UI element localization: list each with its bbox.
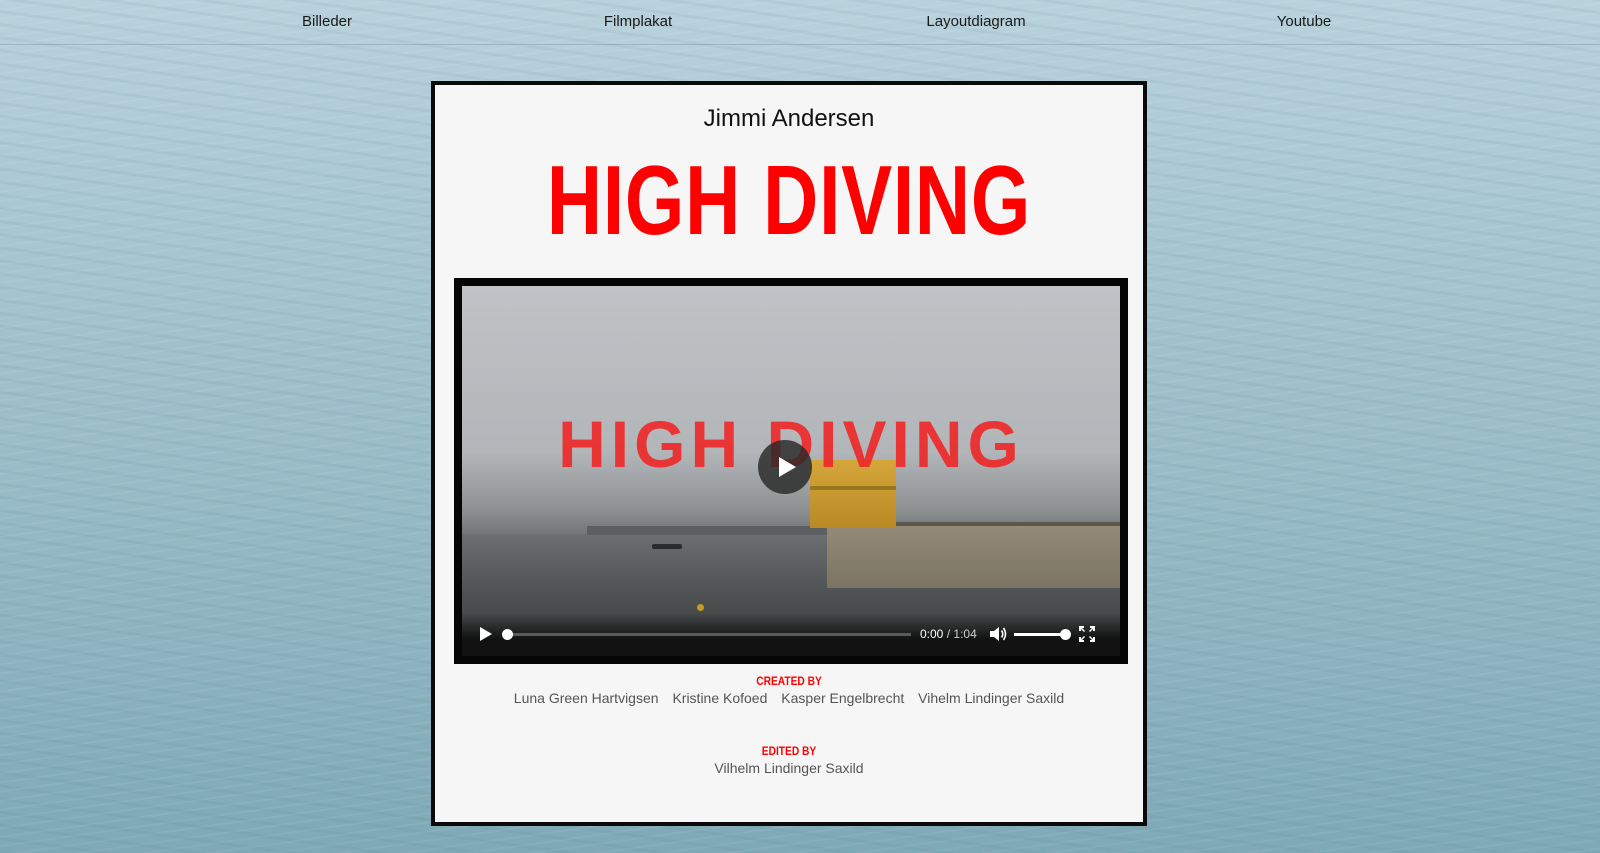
current-time: 0:00 [920, 627, 944, 641]
nav-link-youtube[interactable]: Youtube [1277, 13, 1332, 30]
credit-name: Vihelm Lindinger Saxild [918, 690, 1065, 706]
video-player[interactable]: HIGH DIVING 0:00 / 1:04 [462, 286, 1120, 656]
nav-link-billeder[interactable]: Billeder [302, 13, 352, 30]
fullscreen-button[interactable] [1078, 625, 1096, 643]
film-poster: Jimmi Andersen HIGH DIVING HIGH DIVING 0… [431, 81, 1147, 826]
created-by-label: CREATED BY [756, 674, 822, 688]
time-display: 0:00 / 1:04 [920, 627, 977, 641]
volume-icon [990, 627, 1007, 641]
credit-name: Kristine Kofoed [672, 690, 768, 706]
play-icon [480, 627, 492, 641]
video-scene-tower-band [810, 486, 896, 490]
nav-link-filmplakat[interactable]: Filmplakat [604, 13, 672, 30]
video-scene-boat [652, 544, 682, 549]
video-scene-buoy [697, 604, 704, 611]
mute-button[interactable] [988, 625, 1008, 643]
poster-title: HIGH DIVING [546, 145, 1032, 255]
duration: 1:04 [953, 627, 977, 641]
time-separator: / [946, 627, 951, 641]
top-nav: Billeder Filmplakat Layoutdiagram Youtub… [0, 0, 1600, 45]
video-frame: HIGH DIVING 0:00 / 1:04 [454, 278, 1128, 664]
volume-slider[interactable] [1014, 629, 1071, 640]
video-controls: 0:00 / 1:04 [462, 613, 1120, 656]
edited-by-name: Vilhelm Lindinger Saxild [714, 760, 864, 776]
poster-author: Jimmi Andersen [703, 105, 875, 132]
credit-name: Kasper Engelbrecht [781, 690, 905, 706]
volume-slider-knob[interactable] [1060, 629, 1071, 640]
seek-bar[interactable] [502, 629, 911, 640]
credit-name: Luna Green Hartvigsen [513, 690, 659, 706]
fullscreen-icon [1079, 626, 1095, 642]
edited-by-label: EDITED BY [761, 744, 817, 758]
play-icon [779, 457, 796, 477]
big-play-button[interactable] [758, 440, 812, 494]
video-scene-wall [827, 526, 1120, 588]
play-button[interactable] [478, 626, 494, 642]
seek-bar-knob[interactable] [502, 629, 513, 640]
nav-link-layoutdiagram[interactable]: Layoutdiagram [926, 13, 1025, 30]
created-by-names: Luna Green Hartvigsen Kristine Kofoed Ka… [435, 690, 1143, 706]
video-scene-pier [587, 526, 837, 535]
